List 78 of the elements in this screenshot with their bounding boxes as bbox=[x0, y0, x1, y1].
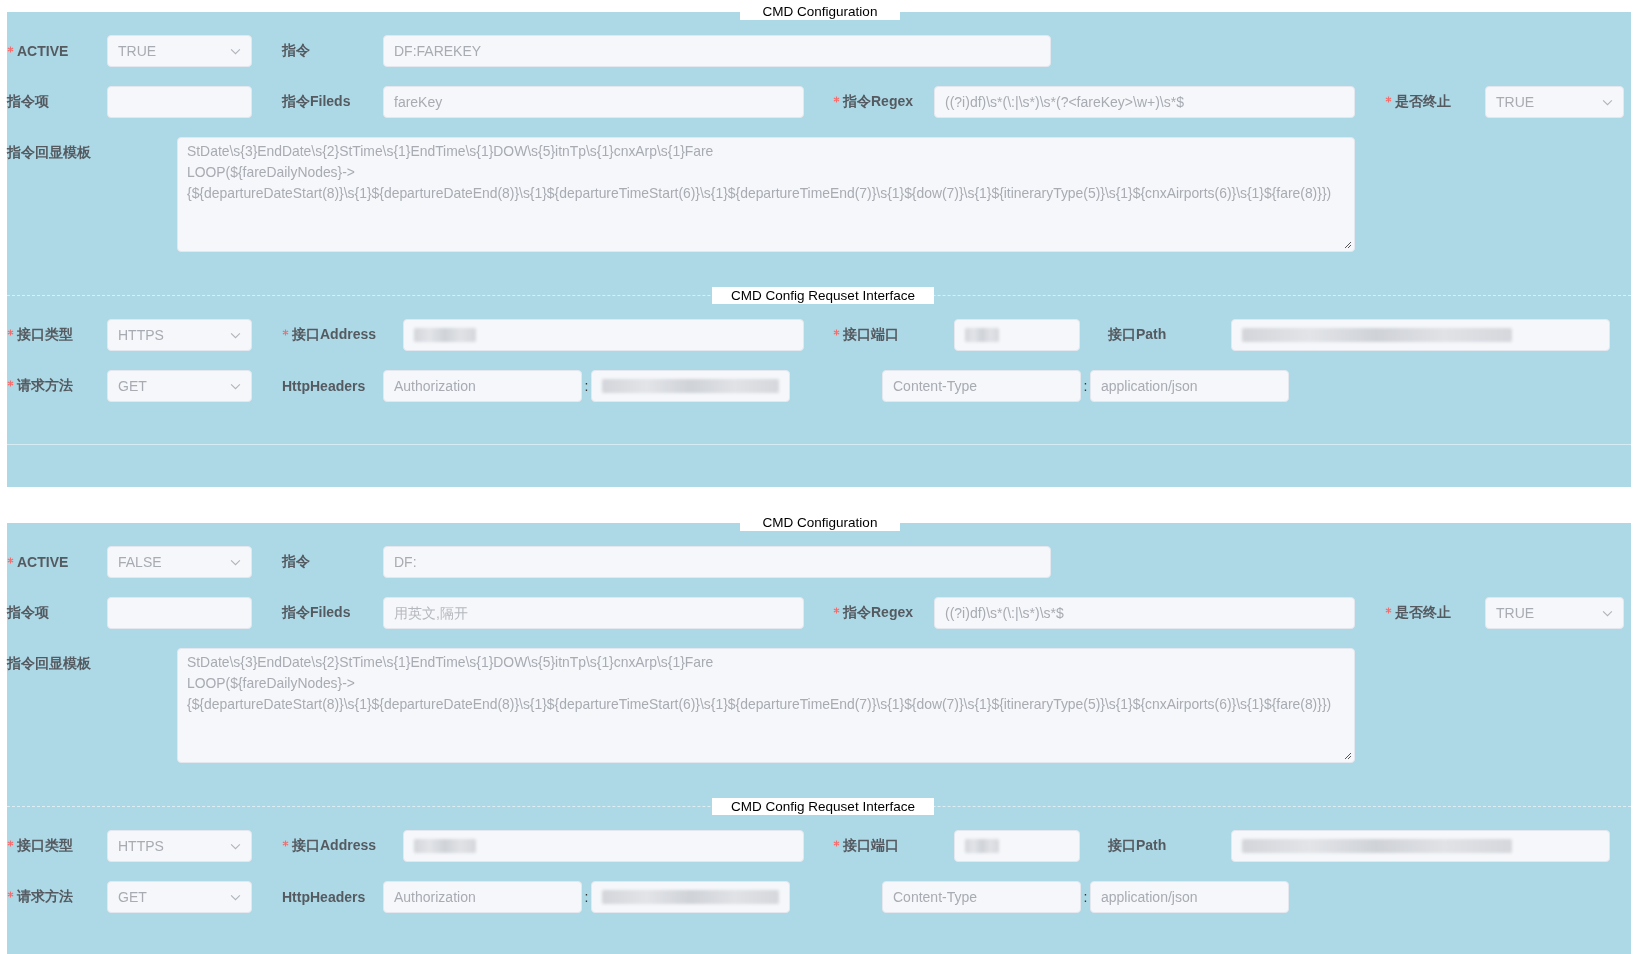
field-label: 是否终止 bbox=[1385, 93, 1451, 111]
input-field[interactable]: DF: bbox=[383, 546, 1051, 578]
text-area[interactable]: StDate\s{3}EndDate\s{2}StTime\s{1}EndTime\s{1}DOW\s{5}itnTp\s{1}cnxArp\s{1}Fare LOOP(${fareDailyNodes}-> {${departureDateStart(8)}\s{1}${departureDateEnd(8)}\s{1}${departureTimeStart(6)}\s{1}${departureTimeEnd(7)}\s{1}${dow(7)}\s{1}${itineraryType(5)}\s{1}${cnxAirports(6)}\s{1}${fare(8)}}) bbox=[177, 648, 1355, 763]
input-field[interactable] bbox=[107, 597, 252, 629]
field-label: 请求方法 bbox=[7, 377, 73, 395]
field-label: 接口Address bbox=[282, 326, 377, 344]
input-field[interactable] bbox=[107, 86, 252, 118]
select-field[interactable]: HTTPS bbox=[107, 830, 252, 862]
field-label: 指令 bbox=[282, 553, 310, 571]
chevron-icon bbox=[230, 47, 241, 55]
input-field[interactable]: application/json bbox=[1090, 881, 1289, 913]
select-field[interactable]: GET bbox=[107, 370, 252, 402]
field-label: 指令回显模板 bbox=[7, 655, 91, 673]
blurred-text bbox=[965, 328, 999, 342]
field-label: 是否终止 bbox=[1385, 604, 1451, 622]
input-field[interactable]: Content-Type bbox=[882, 370, 1081, 402]
field-label: 指令 bbox=[282, 42, 310, 60]
separator-text: : bbox=[1082, 378, 1089, 394]
field-label: 接口Path bbox=[1108, 326, 1167, 344]
blurred-text bbox=[414, 839, 476, 853]
field-label: 接口端口 bbox=[833, 326, 899, 344]
chevron-icon bbox=[230, 893, 241, 901]
input-field[interactable] bbox=[403, 319, 804, 351]
field-label: HttpHeaders bbox=[282, 378, 366, 394]
separator-text: : bbox=[1082, 889, 1089, 905]
field-label: 指令回显模板 bbox=[7, 144, 91, 162]
field-label: ACTIVE bbox=[7, 554, 69, 570]
resize-handle-icon[interactable] bbox=[1344, 241, 1352, 249]
select-field[interactable]: TRUE bbox=[107, 35, 252, 67]
field-label: 接口Path bbox=[1108, 837, 1167, 855]
select-field[interactable]: GET bbox=[107, 881, 252, 913]
blurred-text bbox=[414, 328, 476, 342]
field-label: 接口Address bbox=[282, 837, 377, 855]
input-field[interactable]: Authorization bbox=[383, 881, 582, 913]
field-label: ACTIVE bbox=[7, 43, 69, 59]
input-field[interactable] bbox=[954, 319, 1080, 351]
section-legend: CMD Config Requset Interface bbox=[712, 287, 934, 304]
input-field[interactable]: application/json bbox=[1090, 370, 1289, 402]
separator-text: : bbox=[583, 378, 590, 394]
resize-handle-icon[interactable] bbox=[1344, 752, 1352, 760]
separator-text: : bbox=[583, 889, 590, 905]
field-label: 接口类型 bbox=[7, 326, 73, 344]
field-label: 指令Regex bbox=[833, 93, 914, 111]
field-label: 接口类型 bbox=[7, 837, 73, 855]
blurred-text bbox=[965, 839, 999, 853]
input-field[interactable] bbox=[591, 370, 790, 402]
input-field[interactable] bbox=[1231, 830, 1610, 862]
input-field[interactable]: Authorization bbox=[383, 370, 582, 402]
chevron-icon bbox=[230, 842, 241, 850]
input-field[interactable] bbox=[591, 881, 790, 913]
input-field[interactable]: fareKey bbox=[383, 86, 804, 118]
field-label: 指令Fileds bbox=[282, 93, 351, 111]
select-field[interactable]: FALSE bbox=[107, 546, 252, 578]
chevron-icon bbox=[1602, 609, 1613, 617]
select-field[interactable]: HTTPS bbox=[107, 319, 252, 351]
field-label: 指令Regex bbox=[833, 604, 914, 622]
field-label: 指令项 bbox=[7, 93, 49, 111]
select-field[interactable]: TRUE bbox=[1485, 86, 1624, 118]
input-field[interactable] bbox=[403, 830, 804, 862]
chevron-icon bbox=[230, 558, 241, 566]
chevron-icon bbox=[230, 331, 241, 339]
input-field[interactable]: 用英文,隔开 bbox=[383, 597, 804, 629]
input-field[interactable]: DF:FAREKEY bbox=[383, 35, 1051, 67]
input-field[interactable]: Content-Type bbox=[882, 881, 1081, 913]
input-field[interactable] bbox=[1231, 319, 1610, 351]
field-label: 指令Fileds bbox=[282, 604, 351, 622]
field-label: 接口端口 bbox=[833, 837, 899, 855]
input-field[interactable]: ((?i)df)\s*(\:|\s*)\s*$ bbox=[934, 597, 1355, 629]
field-label: HttpHeaders bbox=[282, 889, 366, 905]
select-field[interactable]: TRUE bbox=[1485, 597, 1624, 629]
text-area[interactable]: StDate\s{3}EndDate\s{2}StTime\s{1}EndTime\s{1}DOW\s{5}itnTp\s{1}cnxArp\s{1}Fare LOOP(${fareDailyNodes}-> {${departureDateStart(8)}\s{1}${departureDateEnd(8)}\s{1}${departureTimeStart(6)}\s{1}${departureTimeEnd(7)}\s{1}${dow(7)}\s{1}${itineraryType(5)}\s{1}${cnxAirports(6)}\s{1}${fare(8)}}) bbox=[177, 137, 1355, 252]
input-field[interactable]: ((?i)df)\s*(\:|\s*)\s*(?<fareKey>\w+)\s*$ bbox=[934, 86, 1355, 118]
section-legend: CMD Config Requset Interface bbox=[712, 798, 934, 815]
field-label: 请求方法 bbox=[7, 888, 73, 906]
input-field[interactable] bbox=[954, 830, 1080, 862]
field-label: 指令项 bbox=[7, 604, 49, 622]
chevron-icon bbox=[230, 382, 241, 390]
chevron-icon bbox=[1602, 98, 1613, 106]
